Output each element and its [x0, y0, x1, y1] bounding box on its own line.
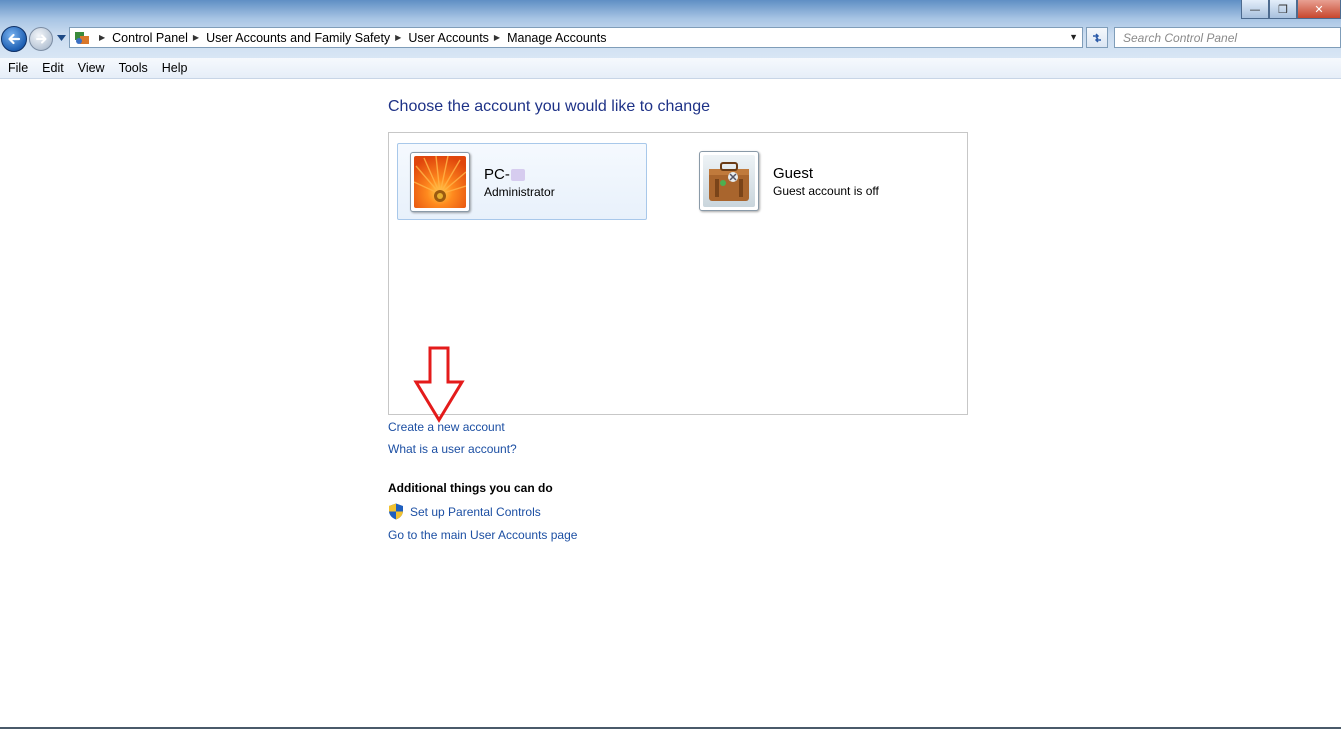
accounts-list: PC- Administrator Guest Guest account is…: [388, 132, 968, 415]
window-titlebar: — ❒ ✕ ▶ Control Panel ▶ User Accounts an…: [0, 0, 1341, 62]
menu-view[interactable]: View: [71, 61, 112, 75]
account-tile-administrator[interactable]: PC- Administrator: [397, 143, 647, 220]
breadcrumb-separator-icon[interactable]: ▶: [494, 33, 500, 42]
menu-file[interactable]: File: [0, 61, 35, 75]
menu-bar: File Edit View Tools Help: [0, 58, 1341, 79]
page-title: Choose the account you would like to cha…: [388, 98, 710, 115]
menu-tools[interactable]: Tools: [112, 61, 155, 75]
account-name: PC-: [484, 166, 525, 183]
search-input[interactable]: Search Control Panel: [1114, 27, 1341, 48]
minimize-button[interactable]: —: [1241, 0, 1269, 19]
account-name: Guest: [773, 165, 814, 182]
window-controls: — ❒ ✕: [1241, 0, 1341, 19]
additional-things-heading: Additional things you can do: [388, 481, 553, 495]
account-picture-frame: [699, 151, 759, 211]
refresh-icon: [1093, 32, 1101, 43]
orange-flower-picture-icon: [414, 156, 466, 208]
account-role: Guest account is off: [773, 184, 879, 198]
breadcrumb-separator-icon[interactable]: ▶: [99, 33, 105, 42]
uac-shield-icon: [389, 503, 403, 520]
breadcrumb-user-accounts-family-safety[interactable]: User Accounts and Family Safety: [206, 31, 390, 45]
close-button[interactable]: ✕: [1297, 0, 1341, 19]
maximize-button[interactable]: ❒: [1269, 0, 1297, 19]
back-button[interactable]: [1, 26, 27, 52]
recent-pages-button[interactable]: [56, 32, 66, 44]
what-is-user-account-link[interactable]: What is a user account?: [388, 442, 517, 456]
forward-button[interactable]: [29, 27, 53, 51]
menu-help[interactable]: Help: [155, 61, 195, 75]
account-picture-frame: [410, 152, 470, 212]
refresh-button[interactable]: [1086, 27, 1108, 48]
breadcrumb-separator-icon[interactable]: ▶: [193, 33, 199, 42]
annotation-down-arrow-icon: [413, 346, 465, 423]
account-role: Administrator: [484, 185, 555, 199]
address-bar[interactable]: ▶ Control Panel ▶ User Accounts and Fami…: [69, 27, 1083, 48]
suitcase-picture-icon: [709, 162, 749, 201]
breadcrumb-user-accounts[interactable]: User Accounts: [408, 31, 489, 45]
breadcrumb-manage-accounts[interactable]: Manage Accounts: [507, 31, 606, 45]
main-user-accounts-page-link[interactable]: Go to the main User Accounts page: [388, 528, 577, 542]
control-panel-icon: [75, 31, 89, 44]
menu-edit[interactable]: Edit: [35, 61, 71, 75]
address-dropdown-icon[interactable]: ▼: [1069, 32, 1078, 42]
breadcrumb-separator-icon[interactable]: ▶: [395, 33, 401, 42]
redacted-patch: [510, 169, 525, 182]
set-up-parental-controls-link[interactable]: Set up Parental Controls: [410, 505, 541, 519]
account-tile-guest[interactable]: Guest Guest account is off: [687, 143, 937, 220]
back-arrow-icon: [8, 33, 21, 45]
breadcrumb-control-panel[interactable]: Control Panel: [112, 31, 188, 45]
search-placeholder: Search Control Panel: [1123, 30, 1238, 45]
forward-arrow-icon: [36, 34, 47, 44]
chevron-down-icon: [56, 35, 66, 41]
